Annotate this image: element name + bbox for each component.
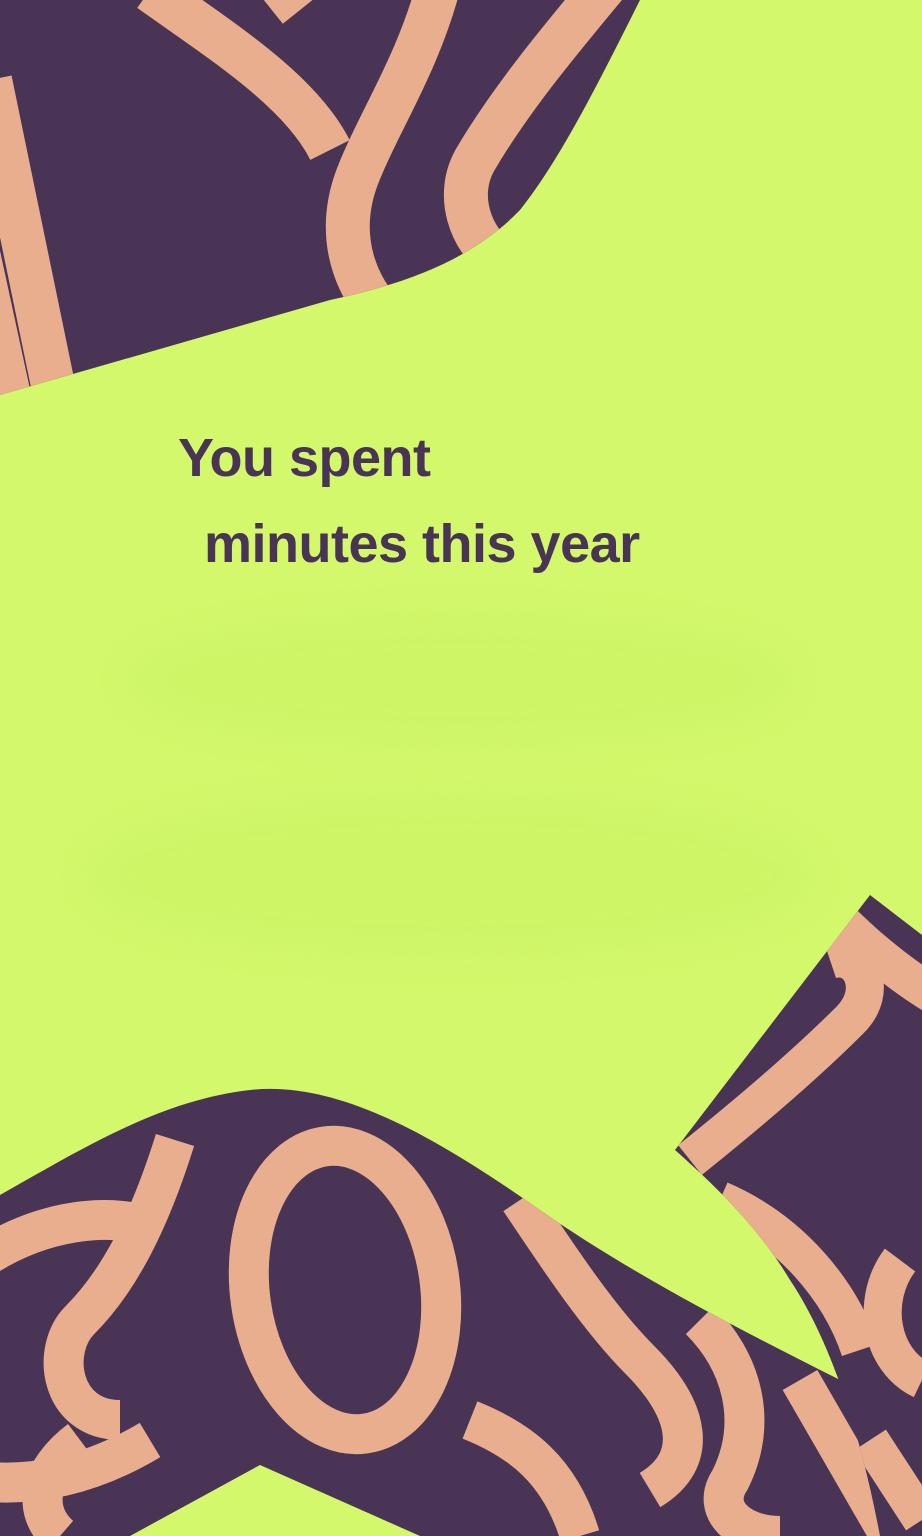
wrapped-story-card: You spent minutes this year bbox=[0, 0, 922, 1536]
blurred-area bbox=[90, 800, 810, 950]
blurred-area bbox=[130, 620, 790, 740]
bottom-decorative-panel bbox=[0, 895, 922, 1536]
